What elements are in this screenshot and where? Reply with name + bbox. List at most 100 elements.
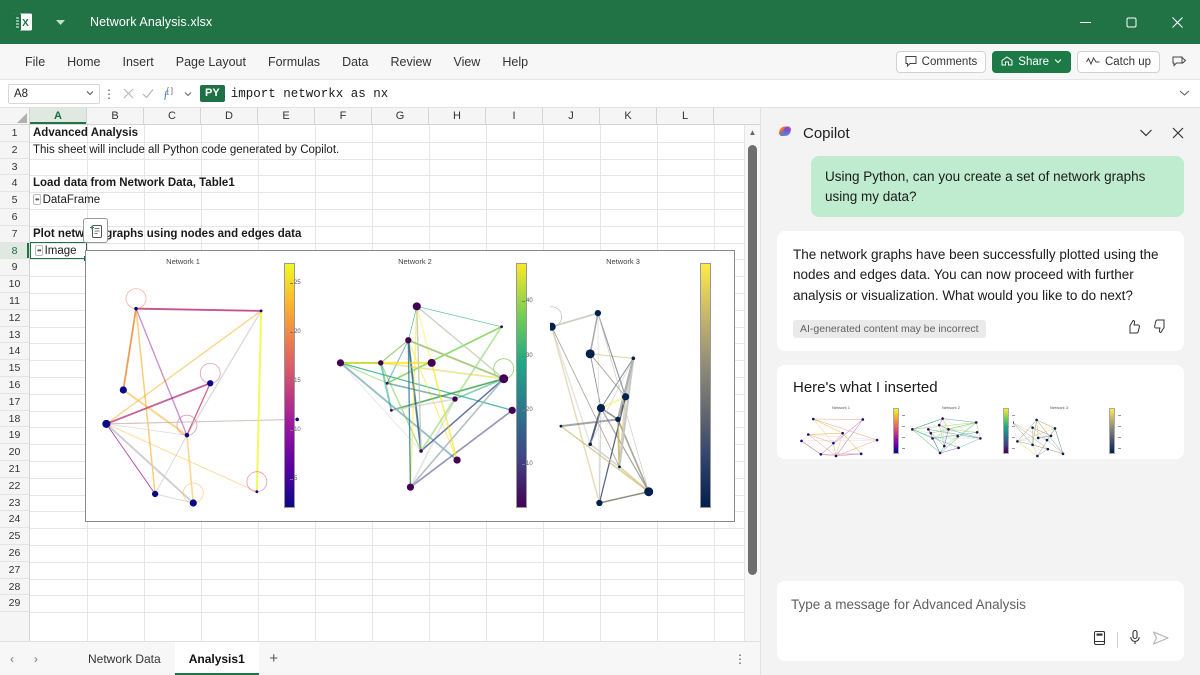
expand-formula-bar-icon[interactable] [1179, 88, 1190, 100]
share-button[interactable]: Share [992, 51, 1071, 73]
row-header-23[interactable]: 23 [0, 495, 29, 512]
row-header-24[interactable]: 24 [0, 511, 29, 528]
ribbon-tab-review[interactable]: Review [379, 49, 442, 75]
vertical-scrollbar[interactable]: ▲ ▼ [744, 125, 760, 675]
row-header-6[interactable]: 6 [0, 209, 29, 226]
close-icon[interactable] [1166, 121, 1190, 145]
cell-A2[interactable]: This sheet will include all Python code … [30, 142, 339, 159]
column-header-K[interactable]: K [600, 108, 657, 124]
row-header-4[interactable]: 4 [0, 175, 29, 192]
column-header-B[interactable]: B [87, 108, 144, 124]
send-icon[interactable] [1152, 630, 1170, 651]
restore-icon[interactable] [1108, 0, 1154, 44]
select-all-corner[interactable] [0, 108, 30, 124]
column-header-L[interactable]: L [657, 108, 714, 124]
row-header-16[interactable]: 16 [0, 377, 29, 394]
formula-input[interactable]: import networkx as nx [231, 87, 389, 101]
row-header-9[interactable]: 9 [0, 259, 29, 276]
row-header-11[interactable]: 11 [0, 293, 29, 310]
row-header-10[interactable]: 10 [0, 276, 29, 293]
row-header-29[interactable]: 29 [0, 595, 29, 612]
row-header-12[interactable]: 12 [0, 310, 29, 327]
ribbon-tab-page-layout[interactable]: Page Layout [165, 49, 257, 75]
chevron-down-icon[interactable] [178, 84, 198, 104]
row-header-25[interactable]: 25 [0, 528, 29, 545]
column-header-D[interactable]: D [201, 108, 258, 124]
row-header-22[interactable]: 22 [0, 478, 29, 495]
notebook-icon[interactable] [1092, 630, 1107, 651]
cell-A7[interactable]: Plot network graphs using nodes and edge… [30, 226, 301, 243]
column-header-A[interactable]: A [30, 108, 87, 124]
row-header-19[interactable]: 19 [0, 427, 29, 444]
more-vertical-icon[interactable]: ⋮ [100, 87, 118, 101]
row-header-21[interactable]: 21 [0, 461, 29, 478]
scrollbar-thumb[interactable] [748, 145, 757, 575]
sheet-tab-network-data[interactable]: Network Data [74, 642, 175, 675]
row-header-3[interactable]: 3 [0, 159, 29, 176]
column-header-J[interactable]: J [543, 108, 600, 124]
column-header-H[interactable]: H [429, 108, 486, 124]
row-header-1[interactable]: 1 [0, 125, 29, 142]
row-header-26[interactable]: 26 [0, 545, 29, 562]
cell-area[interactable]: Advanced Analysis This sheet will includ… [30, 125, 760, 675]
ribbon-display-options-icon[interactable] [1166, 50, 1192, 74]
column-header-F[interactable]: F [315, 108, 372, 124]
thumbs-up-icon[interactable] [1126, 319, 1141, 339]
network-graphs-image[interactable]: Network 1510152025Network 210203040Netwo… [85, 250, 735, 522]
row-header-2[interactable]: 2 [0, 142, 29, 159]
row-header-18[interactable]: 18 [0, 411, 29, 428]
catch-up-button[interactable]: Catch up [1077, 51, 1160, 73]
scroll-up-arrow-icon[interactable]: ▲ [745, 125, 760, 140]
all-sheets-icon[interactable]: ⋮ [734, 652, 746, 666]
row-header-7[interactable]: 7 [0, 226, 29, 243]
chevron-down-icon[interactable] [1134, 121, 1158, 145]
ribbon-tab-insert[interactable]: Insert [112, 49, 165, 75]
confirm-check-icon[interactable] [138, 84, 158, 104]
close-icon[interactable] [1154, 0, 1200, 44]
thumbs-down-icon[interactable] [1153, 319, 1168, 339]
quick-access-caret-icon[interactable] [52, 14, 68, 30]
insert-card-icon[interactable] [83, 218, 108, 243]
row-header-20[interactable]: 20 [0, 444, 29, 461]
name-box[interactable]: A8 [8, 84, 100, 104]
comments-button[interactable]: Comments [896, 51, 987, 73]
row-header-13[interactable]: 13 [0, 327, 29, 344]
thumbnail-node [1046, 439, 1049, 442]
cell-A1[interactable]: Advanced Analysis [30, 125, 138, 142]
cancel-x-icon[interactable] [118, 84, 138, 104]
thumbnail-network-2[interactable]: Network 2 [903, 404, 999, 459]
previous-sheet-icon[interactable]: ‹ [0, 652, 24, 666]
next-sheet-icon[interactable]: › [24, 652, 48, 666]
row-header-14[interactable]: 14 [0, 343, 29, 360]
thumbnail-network-1[interactable]: Network 1 [793, 404, 889, 459]
insert-python-function-icon[interactable]: ƒ [ ] [158, 84, 178, 104]
ribbon-tab-data[interactable]: Data [331, 49, 379, 75]
row-header-27[interactable]: 27 [0, 562, 29, 579]
microphone-icon[interactable] [1128, 629, 1142, 651]
ribbon-tab-view[interactable]: View [442, 49, 491, 75]
add-sheet-icon[interactable]: + [259, 650, 289, 667]
row-header-8[interactable]: 8 [0, 243, 29, 260]
thumbnail-network-3[interactable]: Network 3 [1013, 404, 1105, 459]
ribbon-tab-home[interactable]: Home [56, 49, 111, 75]
column-header-C[interactable]: C [144, 108, 201, 124]
cell-A5[interactable]: ••DataFrame [30, 192, 100, 209]
minimize-icon[interactable] [1062, 0, 1108, 44]
column-header-I[interactable]: I [486, 108, 543, 124]
row-header-28[interactable]: 28 [0, 579, 29, 596]
cell-A4[interactable]: Load data from Network Data, Table1 [30, 175, 235, 192]
column-header-E[interactable]: E [258, 108, 315, 124]
column-header-G[interactable]: G [372, 108, 429, 124]
inserted-thumbnail-strip[interactable]: Network 1 Network 2 Network 3 [793, 404, 1168, 459]
row-header-5[interactable]: 5 [0, 192, 29, 209]
row-header-15[interactable]: 15 [0, 360, 29, 377]
network-node [597, 404, 605, 412]
copilot-conversation[interactable]: Using Python, can you create a set of ne… [761, 150, 1200, 573]
row-header-17[interactable]: 17 [0, 394, 29, 411]
ribbon-tab-file[interactable]: File [14, 49, 56, 75]
copilot-compose-box[interactable]: Type a message for Advanced Analysis [777, 581, 1184, 661]
ribbon-tab-formulas[interactable]: Formulas [257, 49, 331, 75]
message-input[interactable]: Type a message for Advanced Analysis [791, 597, 1026, 612]
ribbon-tab-help[interactable]: Help [491, 49, 539, 75]
sheet-tab-analysis1[interactable]: Analysis1 [175, 642, 259, 675]
